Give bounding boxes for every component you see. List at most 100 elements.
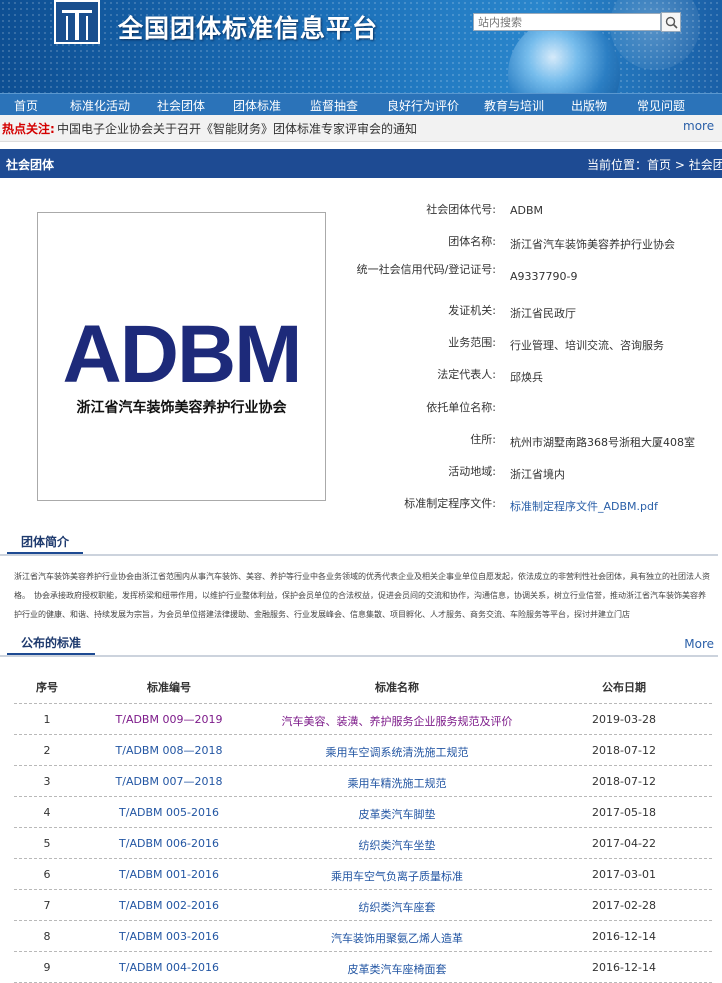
row-no: 1 — [43, 713, 51, 726]
nav-evaluation[interactable]: 良好行为评价 — [387, 97, 459, 114]
row-code-link[interactable]: T/ADBM 005-2016 — [80, 806, 258, 819]
row-name-link[interactable]: 乘用车空调系统清洗施工规范 — [258, 744, 536, 760]
nav-training[interactable]: 教育与培训 — [484, 97, 544, 114]
info-label-issuer: 发证机关: — [448, 304, 496, 317]
info-label-code: 社会团体代号: — [426, 203, 496, 216]
row-name-link[interactable]: 汽车美容、装潢、养护服务企业服务规范及评价 — [258, 713, 536, 729]
row-code-link[interactable]: T/ADBM 002-2016 — [80, 899, 258, 912]
row-code-link[interactable]: T/ADBM 009—2019 — [80, 713, 258, 726]
section-title: 社会团体 — [6, 158, 55, 172]
row-name-link[interactable]: 纺织类汽车坐垫 — [258, 837, 536, 853]
main-nav: 首页 标准化活动 社会团体 团体标准 监督抽查 良好行为评价 教育与培训 出版物… — [0, 93, 722, 116]
org-logo-name: 浙江省汽车装饰美容养护行业协会 — [76, 400, 287, 416]
table-row: 5 T/ADBM 006-2016 纺织类汽车坐垫 2017-04-22 — [14, 828, 712, 859]
row-no: 9 — [43, 961, 51, 974]
column-header-name: 标准名称 — [375, 681, 419, 694]
nav-group-standards[interactable]: 团体标准 — [233, 97, 281, 114]
row-code-link[interactable]: T/ADBM 004-2016 — [80, 961, 258, 974]
row-date: 2016-12-14 — [592, 961, 656, 974]
search-button[interactable] — [661, 12, 681, 32]
row-code-link[interactable]: T/ADBM 001-2016 — [80, 868, 258, 881]
info-value-region: 浙江省境内 — [510, 468, 565, 481]
hot-more-link[interactable]: more — [683, 119, 714, 133]
nav-social-groups[interactable]: 社会团体 — [157, 97, 205, 114]
hot-label: 热点关注: — [2, 122, 55, 136]
standards-more-link[interactable]: More — [684, 637, 714, 651]
info-label-name: 团体名称: — [448, 235, 496, 248]
table-row: 3 T/ADBM 007—2018 乘用车精洗施工规范 2018-07-12 — [14, 766, 712, 797]
nav-supervision[interactable]: 监督抽查 — [310, 97, 358, 114]
table-row: 1 T/ADBM 009—2019 汽车美容、装潢、养护服务企业服务规范及评价 … — [14, 704, 712, 735]
table-row: 4 T/ADBM 005-2016 皮革类汽车脚垫 2017-05-18 — [14, 797, 712, 828]
intro-text: 浙江省汽车装饰美容养护行业协会由浙江省范围内从事汽车装饰、美容、养护等行业中各业… — [14, 572, 710, 619]
column-header-date: 公布日期 — [602, 681, 646, 694]
row-name-link[interactable]: 汽车装饰用聚氨乙烯人造革 — [258, 930, 536, 946]
nav-faq[interactable]: 常见问题 — [637, 97, 685, 114]
breadcrumb: 当前位置：首页 > 社会团体 — [587, 156, 722, 173]
row-date: 2019-03-28 — [592, 713, 656, 726]
info-value-scope: 行业管理、培训交流、咨询服务 — [510, 339, 664, 352]
row-name-link[interactable]: 纺织类汽车座套 — [258, 899, 536, 915]
row-code-link[interactable]: T/ADBM 007—2018 — [80, 775, 258, 788]
hot-topics-bar: 热点关注: 中国电子企业协会关于召开《智能财务》团体标准专家评审会的通知 mor… — [0, 115, 722, 142]
info-label-procedure: 标准制定程序文件: — [404, 497, 496, 510]
info-value-representative: 邱焕兵 — [510, 371, 543, 384]
row-date: 2018-07-12 — [592, 744, 656, 757]
nav-home[interactable]: 首页 — [14, 97, 38, 114]
info-value-code: ADBM — [510, 204, 544, 217]
row-no: 3 — [43, 775, 51, 788]
info-value-address: 杭州市湖墅南路368号浙租大厦408室 — [510, 436, 695, 449]
info-label-address: 住所: — [470, 433, 496, 446]
table-row: 9 T/ADBM 004-2016 皮革类汽车座椅面套 2016-12-14 — [14, 952, 712, 983]
column-header-code: 标准编号 — [147, 681, 191, 694]
info-value-name: 浙江省汽车装饰美容养护行业协会 — [510, 238, 675, 251]
intro-tab[interactable]: 团体简介 — [7, 532, 84, 554]
row-code-link[interactable]: T/ADBM 006-2016 — [80, 837, 258, 850]
standards-tab[interactable]: 公布的标准 — [7, 633, 96, 655]
org-logo-abbr: ADBM — [62, 309, 303, 400]
row-no: 5 — [43, 837, 51, 850]
row-no: 7 — [43, 899, 51, 912]
row-no: 4 — [43, 806, 51, 819]
intro-header: 团体简介 — [0, 532, 718, 556]
info-value-credit-code: A9337790-9 — [510, 270, 578, 283]
table-row: 2 T/ADBM 008—2018 乘用车空调系统清洗施工规范 2018-07-… — [14, 735, 712, 766]
row-date: 2017-03-01 — [592, 868, 656, 881]
table-row: 8 T/ADBM 003-2016 汽车装饰用聚氨乙烯人造革 2016-12-1… — [14, 921, 712, 952]
info-value-procedure: 标准制定程序文件_ADBM.pdf — [510, 498, 658, 514]
row-code-link[interactable]: T/ADBM 003-2016 — [80, 930, 258, 943]
org-logo: ADBM 浙江省汽车装饰美容养护行业协会 — [37, 212, 326, 501]
row-no: 6 — [43, 868, 51, 881]
row-date: 2017-04-22 — [592, 837, 656, 850]
row-name-link[interactable]: 皮革类汽车脚垫 — [258, 806, 536, 822]
procedure-file-link[interactable]: 标准制定程序文件_ADBM.pdf — [510, 500, 658, 513]
row-name-link[interactable]: 乘用车空气负离子质量标准 — [258, 868, 536, 884]
row-date: 2017-05-18 — [592, 806, 656, 819]
nav-standardization[interactable]: 标准化活动 — [70, 97, 130, 114]
site-banner: 全国团体标准信息平台 — [0, 0, 722, 93]
section-title-bar: 社会团体 当前位置：首页 > 社会团体 — [0, 149, 722, 178]
hot-topic-link[interactable]: 中国电子企业协会关于召开《智能财务》团体标准专家评审会的通知 — [57, 120, 417, 137]
breadcrumb-separator: > — [671, 158, 689, 172]
info-label-representative: 法定代表人: — [437, 368, 496, 381]
table-row: 6 T/ADBM 001-2016 乘用车空气负离子质量标准 2017-03-0… — [14, 859, 712, 890]
breadcrumb-current: 社会团体 — [688, 158, 722, 172]
info-value-issuer: 浙江省民政厅 — [510, 307, 576, 320]
nav-publications[interactable]: 出版物 — [571, 97, 607, 114]
search-input[interactable] — [473, 13, 661, 31]
row-no: 8 — [43, 930, 51, 943]
info-label-scope: 业务范围: — [448, 336, 496, 349]
table-header-row: 序号 标准编号 标准名称 公布日期 — [14, 673, 712, 704]
breadcrumb-home[interactable]: 首页 — [647, 158, 671, 172]
info-label-region: 活动地域: — [448, 465, 496, 478]
row-code-link[interactable]: T/ADBM 008—2018 — [80, 744, 258, 757]
row-name-link[interactable]: 乘用车精洗施工规范 — [258, 775, 536, 791]
search-icon — [665, 16, 678, 29]
site-logo-icon[interactable] — [54, 0, 100, 44]
info-label-credit-code: 统一社会信用代码/登记证号: — [356, 263, 496, 276]
row-no: 2 — [43, 744, 51, 757]
breadcrumb-prefix: 当前位置： — [587, 158, 648, 172]
row-name-link[interactable]: 皮革类汽车座椅面套 — [258, 961, 536, 977]
site-title[interactable]: 全国团体标准信息平台 — [118, 9, 378, 45]
column-header-no: 序号 — [36, 681, 58, 694]
